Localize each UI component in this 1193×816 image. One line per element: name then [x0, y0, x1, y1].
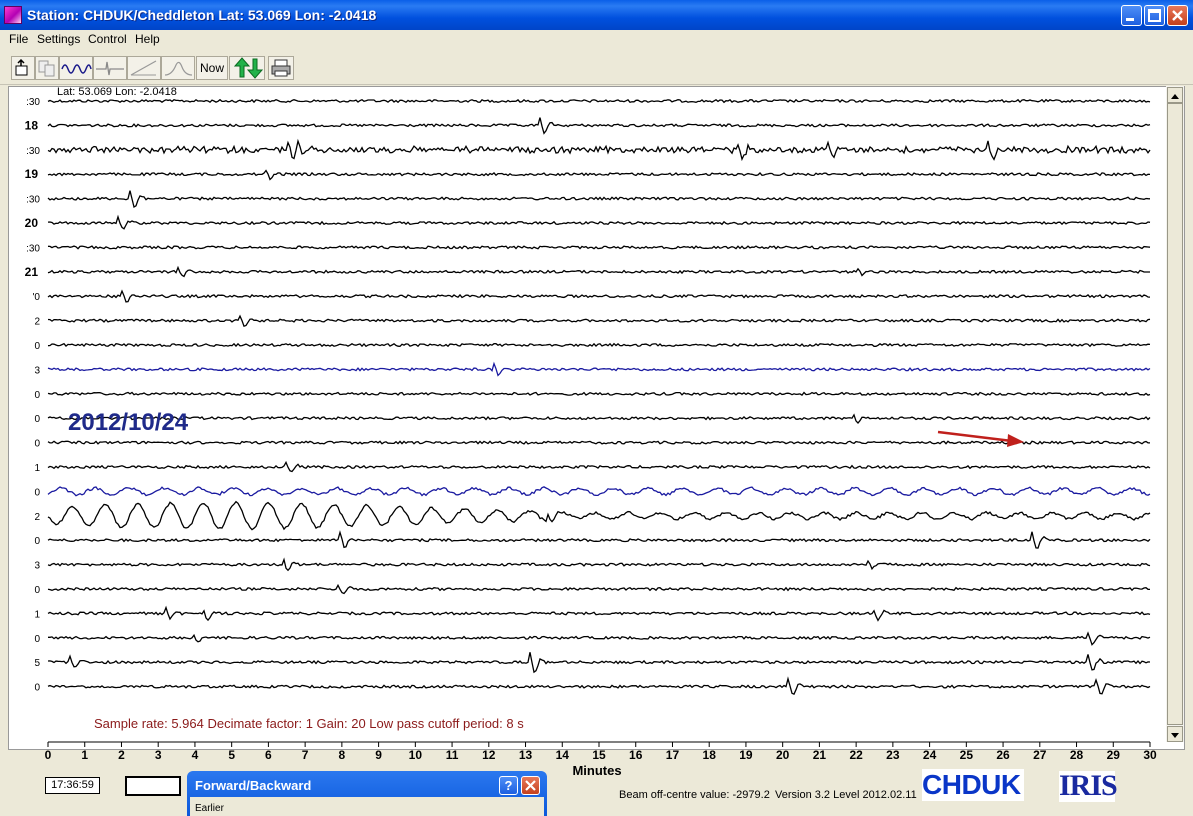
- scroll-thumb[interactable]: [1167, 103, 1183, 725]
- x-tick-label: 30: [1143, 748, 1157, 762]
- x-tick-label: 19: [739, 748, 753, 762]
- help-icon[interactable]: ?: [499, 776, 518, 795]
- app-icon: [4, 6, 22, 24]
- x-tick-label: 29: [1107, 748, 1121, 762]
- minimize-button[interactable]: [1121, 5, 1142, 26]
- x-tick-label: 1: [81, 748, 88, 762]
- x-tick-label: 11: [446, 748, 459, 762]
- x-tick-label: 2: [118, 748, 125, 762]
- now-button[interactable]: Now: [196, 56, 228, 80]
- maximize-button[interactable]: [1144, 5, 1165, 26]
- x-tick-label: 17: [666, 748, 680, 762]
- x-tick-label: 10: [409, 748, 423, 762]
- scroll-down-icon[interactable]: [1167, 726, 1183, 742]
- x-tick-label: 25: [960, 748, 974, 762]
- dialog-body: Earlier: [190, 797, 544, 816]
- x-tick-label: 14: [556, 748, 570, 762]
- version-text: Version 3.2 Level 2012.02.11: [775, 789, 917, 801]
- toolbar: Now: [0, 50, 1193, 85]
- x-tick-label: 3: [155, 748, 162, 762]
- seismogram-panel: [8, 86, 1185, 750]
- x-tick-label: 12: [482, 748, 496, 762]
- menu-settings[interactable]: Settings: [37, 32, 80, 46]
- beam-offset-text: Beam off-centre value: -2979.2: [619, 789, 770, 801]
- x-tick-label: 18: [703, 748, 717, 762]
- scroll-up-icon[interactable]: [1167, 87, 1183, 103]
- x-tick-label: 22: [849, 748, 863, 762]
- menu-help[interactable]: Help: [135, 32, 160, 46]
- x-tick-label: 13: [519, 748, 533, 762]
- dialog-title: Forward/Backward: [195, 778, 312, 793]
- iris-logo: IRIS: [1059, 769, 1118, 802]
- x-tick-label: 8: [339, 748, 346, 762]
- x-axis-label: Minutes: [572, 763, 621, 778]
- window-title: Station: CHDUK/Cheddleton Lat: 53.069 Lo…: [27, 7, 377, 23]
- x-tick-label: 21: [813, 748, 827, 762]
- print-icon[interactable]: [268, 56, 294, 80]
- spectrum-icon[interactable]: [161, 56, 195, 80]
- spike-icon[interactable]: [93, 56, 127, 80]
- open-file-button[interactable]: [11, 56, 35, 80]
- status-field: [125, 776, 181, 796]
- title-bar: Station: CHDUK/Cheddleton Lat: 53.069 Lo…: [0, 0, 1193, 30]
- x-tick-label: 23: [886, 748, 900, 762]
- menu-file[interactable]: File: [9, 32, 28, 46]
- vertical-scrollbar[interactable]: [1166, 86, 1184, 742]
- forward-backward-dialog: Forward/Backward ? Earlier: [187, 771, 547, 816]
- earlier-label: Earlier: [195, 803, 224, 814]
- copy-button[interactable]: [35, 56, 59, 80]
- x-tick-label: 5: [228, 748, 235, 762]
- menu-control[interactable]: Control: [88, 32, 127, 46]
- waveform-icon[interactable]: [59, 56, 93, 80]
- x-tick-label: 26: [996, 748, 1010, 762]
- up-down-arrows-icon[interactable]: [229, 56, 265, 80]
- x-tick-label: 6: [265, 748, 272, 762]
- x-tick-label: 28: [1070, 748, 1084, 762]
- x-tick-label: 9: [375, 748, 382, 762]
- close-button[interactable]: [1167, 5, 1188, 26]
- x-tick-label: 0: [45, 748, 52, 762]
- dialog-close-button[interactable]: [521, 776, 540, 795]
- chduk-logo: CHDUK: [922, 769, 1024, 801]
- x-tick-label: 20: [776, 748, 790, 762]
- menu-bar: File Settings Control Help: [0, 30, 1193, 49]
- x-tick-label: 27: [1033, 748, 1047, 762]
- filter-icon[interactable]: [127, 56, 161, 80]
- plot-coordinates: Lat: 53.069 Lon: -2.0418: [57, 86, 177, 98]
- x-tick-label: 7: [302, 748, 309, 762]
- current-time: 17:36:59: [45, 777, 100, 794]
- x-tick-label: 4: [192, 748, 199, 762]
- x-tick-label: 16: [629, 748, 643, 762]
- x-tick-label: 24: [923, 748, 937, 762]
- x-tick-label: 15: [592, 748, 606, 762]
